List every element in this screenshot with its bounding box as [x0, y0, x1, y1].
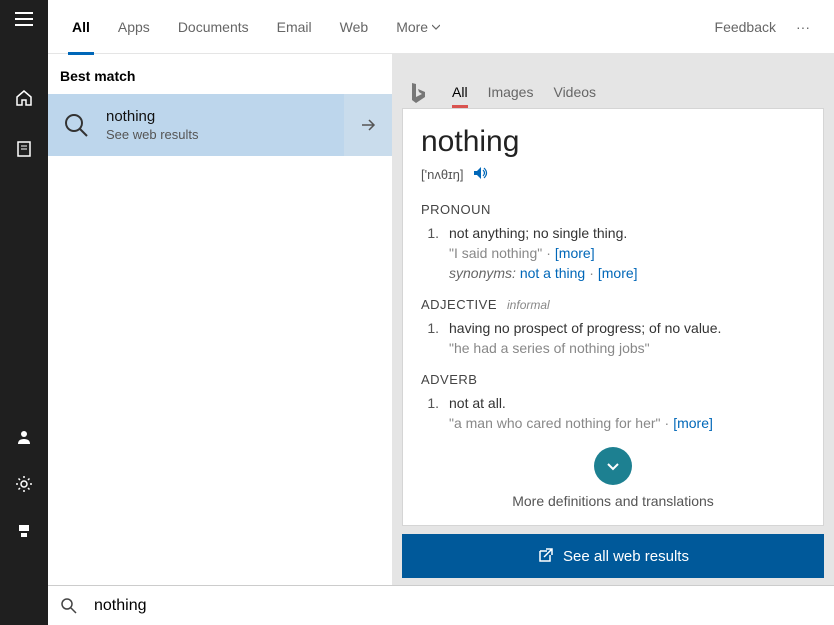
bing-logo-icon	[408, 81, 426, 108]
pos-adjective: ADJECTIVE informal	[421, 297, 805, 312]
tab-email[interactable]: Email	[277, 0, 312, 54]
dictionary-word: nothing	[421, 125, 805, 159]
home-icon[interactable]	[15, 89, 33, 112]
search-input[interactable]	[94, 597, 822, 615]
match-title: nothing	[106, 108, 199, 125]
pos-pronoun: PRONOUN	[421, 202, 805, 217]
pos-adverb: ADVERB	[421, 372, 805, 387]
play-pronunciation-button[interactable]	[472, 165, 488, 184]
open-preview-button[interactable]	[344, 94, 392, 156]
definition-text: not anything; no single thing.	[449, 225, 805, 241]
search-icon	[56, 105, 96, 145]
tab-apps[interactable]: Apps	[118, 0, 150, 54]
power-icon[interactable]	[15, 522, 33, 545]
chevron-down-icon	[605, 458, 621, 474]
see-all-results-button[interactable]: See all web results	[402, 534, 824, 578]
chevron-down-icon	[432, 23, 440, 31]
settings-icon[interactable]	[15, 475, 33, 498]
definition-text: not at all.	[449, 395, 805, 411]
user-icon[interactable]	[15, 428, 33, 451]
tab-documents[interactable]: Documents	[178, 0, 249, 54]
document-icon[interactable]	[15, 140, 33, 163]
preview-tab-all[interactable]: All	[452, 84, 468, 108]
preview-tab-videos[interactable]: Videos	[553, 84, 596, 108]
left-sidebar	[0, 0, 48, 625]
expand-label: More definitions and translations	[512, 493, 714, 509]
best-match-result[interactable]: nothing See web results	[48, 94, 344, 156]
more-link[interactable]: [more]	[673, 415, 713, 431]
open-external-icon	[537, 548, 553, 564]
results-column: Best match nothing See web results	[48, 54, 392, 585]
tab-all[interactable]: All	[72, 0, 90, 54]
more-options-icon[interactable]: ···	[796, 19, 810, 35]
more-link[interactable]: [more]	[598, 265, 638, 281]
more-link[interactable]: [more]	[555, 245, 595, 261]
dictionary-card: nothing ['nʌθɪŋ] PRONOUN 1. not anything…	[402, 108, 824, 526]
tab-more[interactable]: More	[396, 0, 440, 54]
expand-button[interactable]	[594, 447, 632, 485]
pronunciation: ['nʌθɪŋ]	[421, 167, 464, 182]
search-icon	[60, 597, 78, 615]
search-bar	[48, 585, 834, 625]
best-match-header: Best match	[48, 54, 392, 94]
preview-tab-images[interactable]: Images	[488, 84, 534, 108]
tab-web[interactable]: Web	[340, 0, 369, 54]
filter-tabs: All Apps Documents Email Web More Feedba…	[48, 0, 834, 54]
definition-text: having no prospect of progress; of no va…	[449, 320, 805, 336]
synonym-link[interactable]: not a thing	[520, 265, 585, 281]
preview-panel: All Images Videos nothing ['nʌθɪŋ] PRONO…	[392, 54, 834, 585]
hamburger-icon[interactable]	[15, 10, 33, 33]
main-area: All Apps Documents Email Web More Feedba…	[48, 0, 834, 625]
arrow-right-icon	[359, 116, 377, 134]
feedback-link[interactable]: Feedback	[715, 19, 776, 35]
match-subtitle: See web results	[106, 127, 199, 142]
